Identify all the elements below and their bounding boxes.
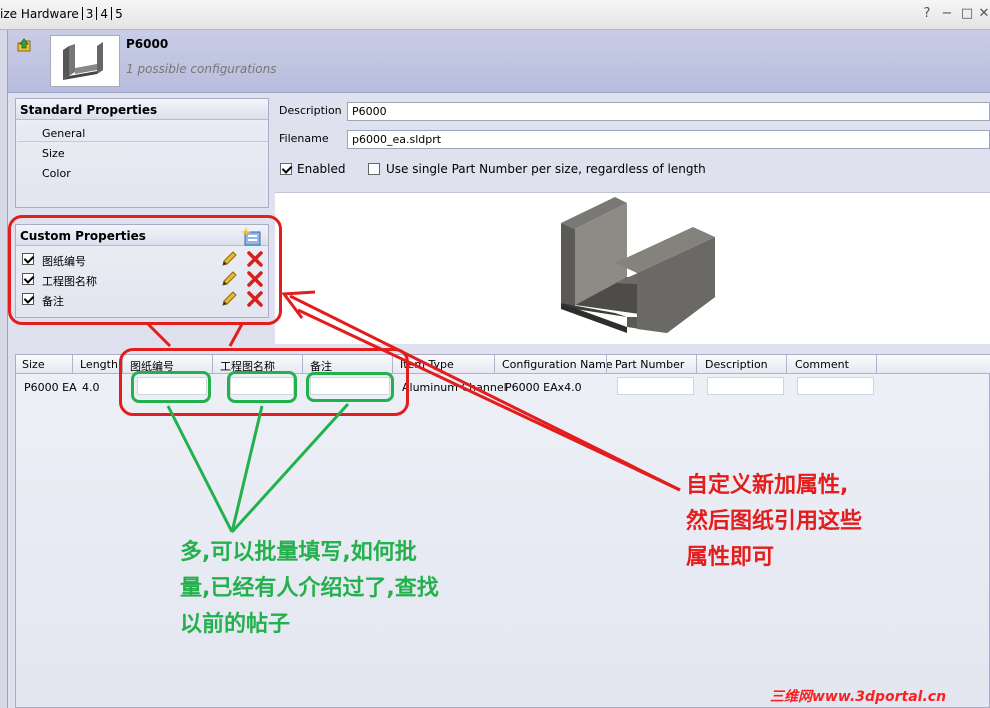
site-watermark: 三维网www.3dportal.cn bbox=[770, 689, 947, 705]
green-pointer-line bbox=[230, 402, 350, 534]
red-note: 自定义新加属性, 然后图纸引用这些 属性即可 bbox=[686, 468, 862, 576]
red-note-line: 属性即可 bbox=[686, 545, 775, 570]
red-note-line: 然后图纸引用这些 bbox=[686, 509, 863, 534]
green-note-line: 多,可以批量填写,如何批 bbox=[180, 540, 417, 565]
green-note: 多,可以批量填写,如何批 量,已经有人介绍过了,查找 以前的帖子 bbox=[180, 535, 439, 643]
red-connector-line bbox=[228, 323, 244, 347]
red-connector-line bbox=[146, 322, 172, 348]
red-note-line: 自定义新加属性, bbox=[686, 473, 849, 498]
red-arrow-line bbox=[297, 308, 681, 492]
green-pointer-line bbox=[230, 405, 264, 533]
annotation-arrows bbox=[146, 290, 681, 534]
green-pointer-line bbox=[166, 405, 234, 533]
green-note-line: 以前的帖子 bbox=[180, 612, 291, 637]
green-note-line: 量,已经有人介绍过了,查找 bbox=[180, 576, 439, 601]
